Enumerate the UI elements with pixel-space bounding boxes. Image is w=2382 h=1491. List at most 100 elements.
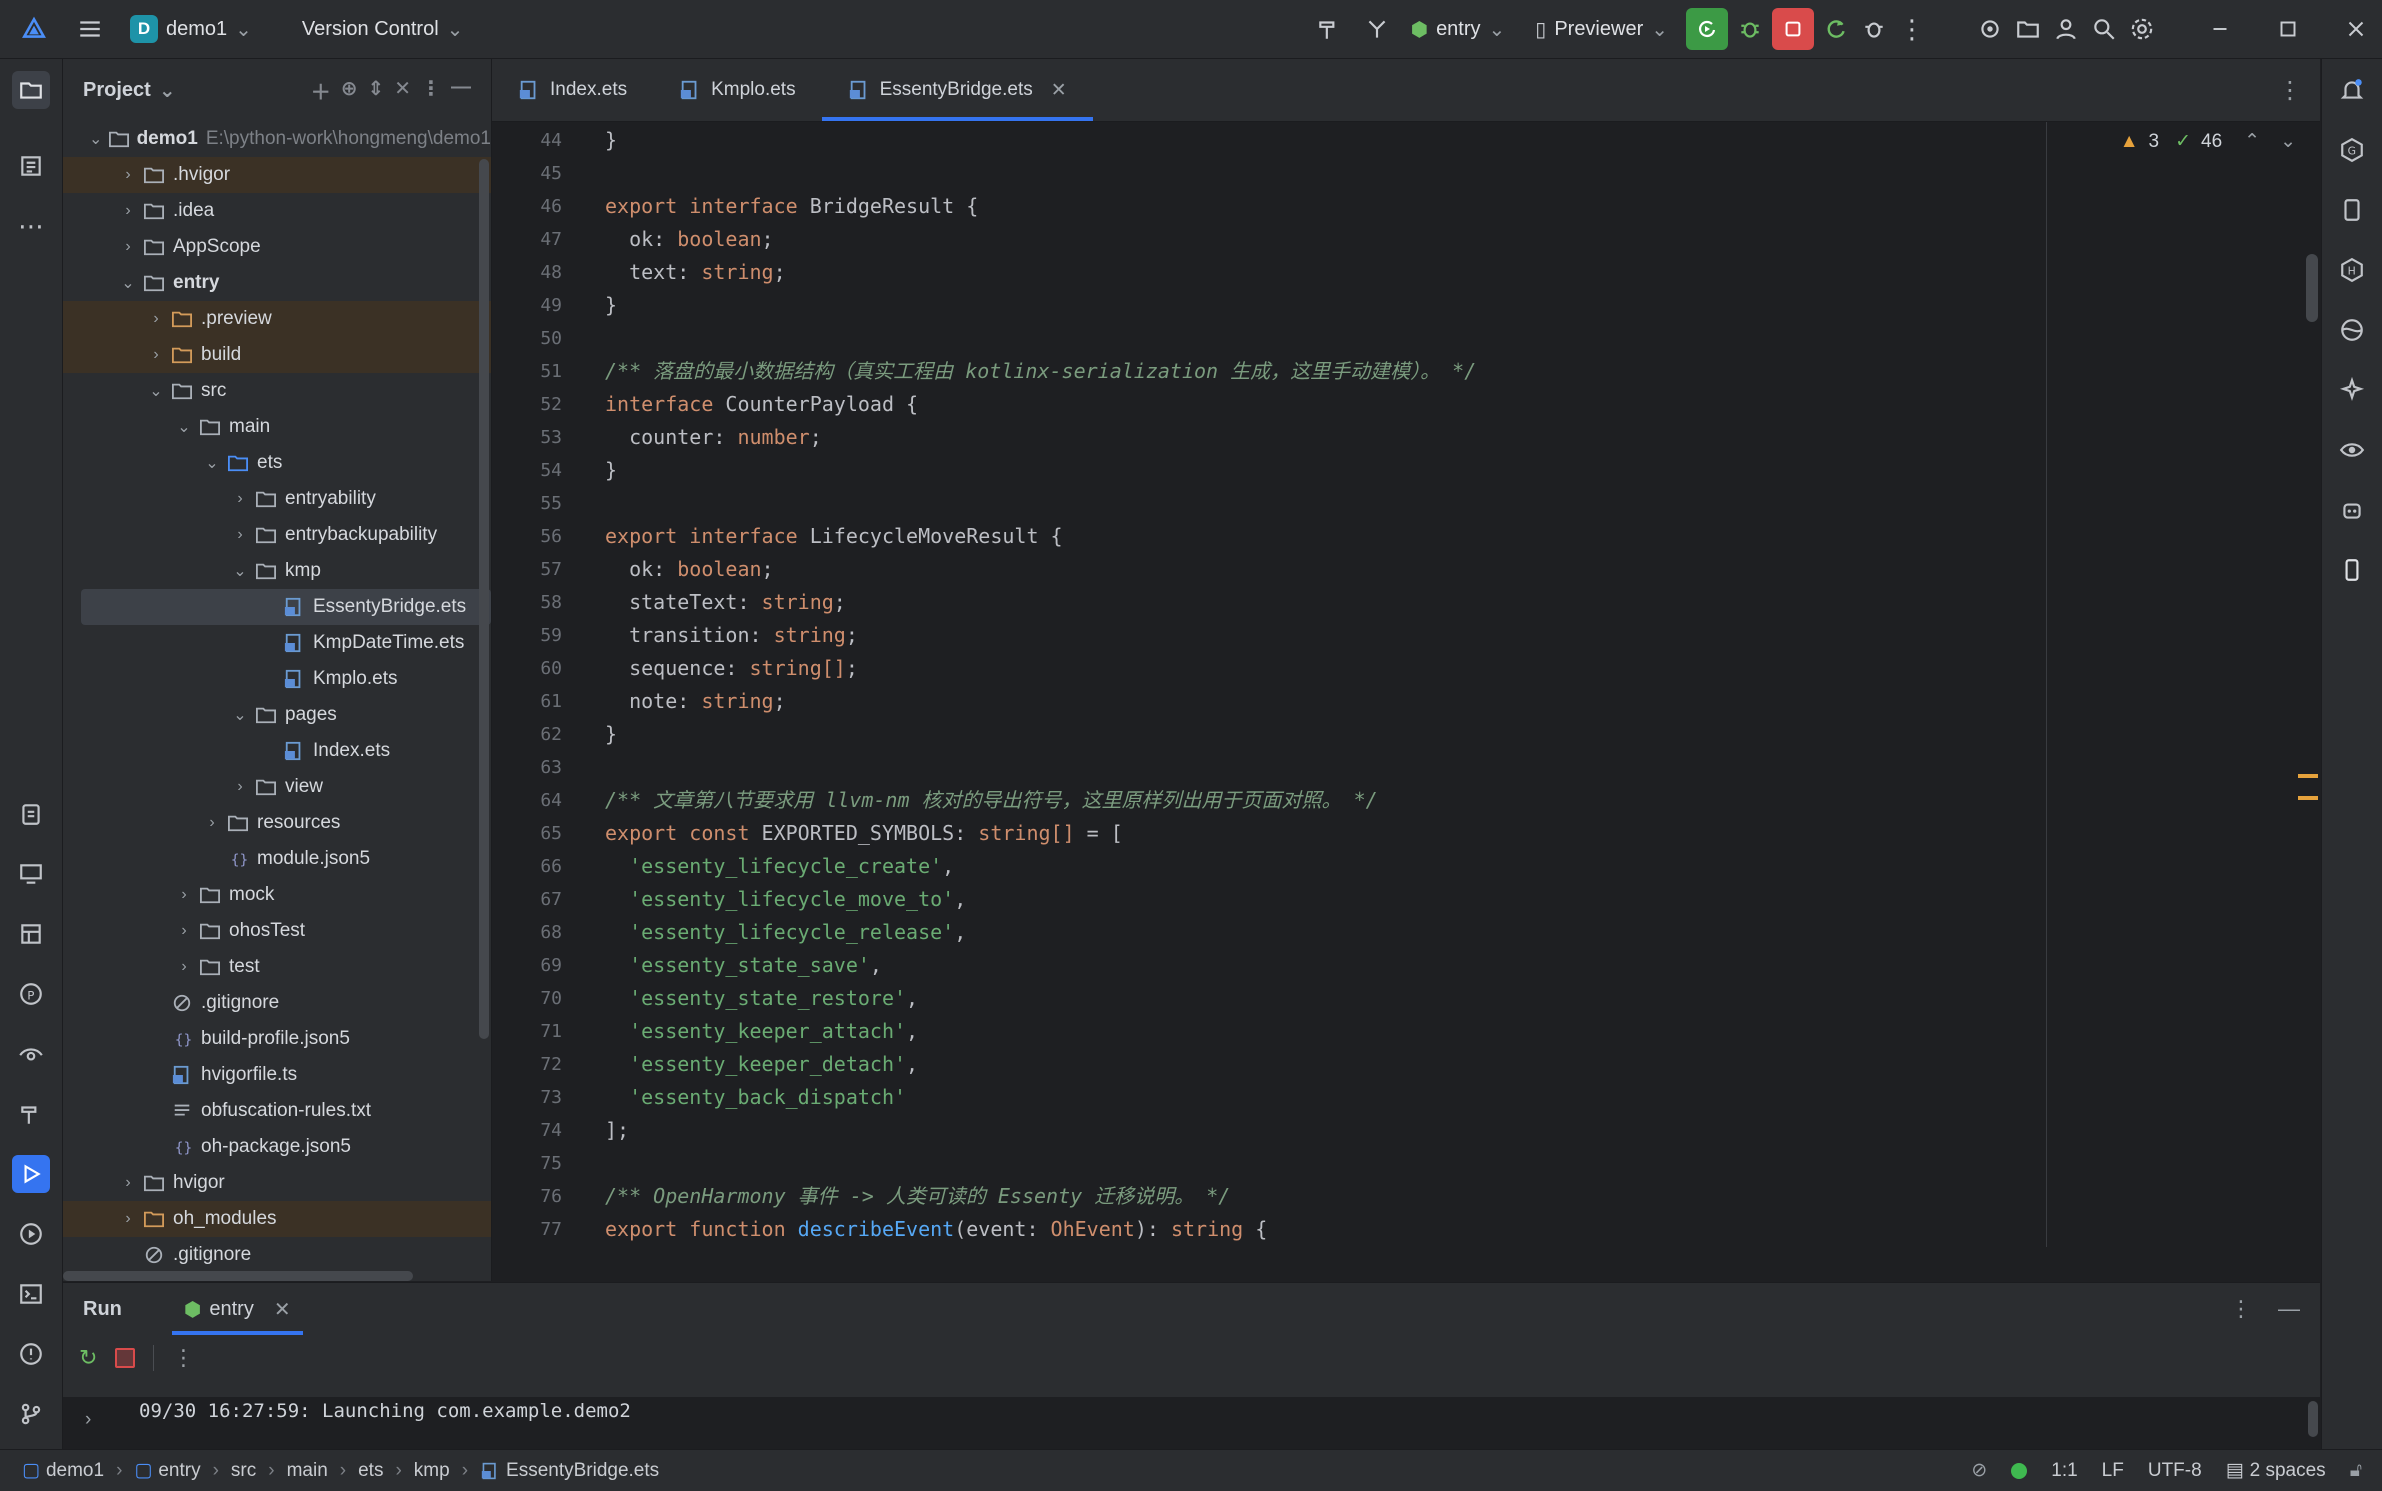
more-vertical-icon[interactable]: ⋮ [1896,13,1928,45]
breadcrumb-item[interactable]: ets [352,1460,389,1482]
tree-item[interactable]: ⌄ main [63,409,491,445]
minimize-window-icon[interactable] [2204,13,2236,45]
robot-button[interactable] [2333,491,2371,529]
code-line[interactable]: ok: boolean; [605,553,774,586]
tree-item[interactable]: obfuscation-rules.txt [63,1093,491,1129]
warning-marker[interactable] [2298,774,2318,778]
code-line[interactable]: text: string; [605,256,786,289]
debug-bug-icon[interactable] [1734,13,1766,45]
code-line[interactable]: note: string; [605,685,786,718]
close-icon[interactable]: ✕ [274,1297,291,1322]
tree-item[interactable]: KmpDateTime.ets [63,625,491,661]
code-editor[interactable]: 44 45 46 47 48 49 50 51 52 53 54 55 56 57 58 59 60 61 62 63… [492,122,2320,1247]
code-line[interactable]: /** 文章第八节要求用 llvm-nm 核对的导出符号，这里原样列出用于页面对… [605,784,1378,817]
project-selector[interactable]: D demo1 ⌄ [118,0,264,58]
chevron-down-icon[interactable]: ⌄ [147,381,165,401]
hide-panel-icon[interactable]: — [2278,1296,2300,1322]
git-tool-button[interactable] [12,1395,50,1433]
stop-icon[interactable] [115,1348,136,1368]
chevron-right-icon[interactable]: › [175,958,193,976]
editor-tab[interactable]: Kmplo.ets [653,59,821,121]
lock-icon[interactable]: 🔓︎ [2350,1460,2362,1482]
no-eye-icon[interactable]: ⊘ [1971,1459,1987,1482]
status-dot-icon[interactable] [2011,1462,2028,1479]
chevron-right-icon[interactable]: › [119,202,137,220]
harmony-h-button[interactable]: H [2333,251,2371,289]
chevron-right-icon[interactable]: › [119,166,137,184]
chevron-down-icon[interactable]: ⌄ [231,705,249,725]
tree-item[interactable]: › test [63,949,491,985]
terminal-tool-button[interactable] [12,1275,50,1313]
more-vertical-icon[interactable]: ⋮ [172,1345,194,1371]
chevron-down-icon[interactable]: ⌄ [231,561,249,581]
more-tools-button[interactable]: ⋯ [12,207,50,245]
tree-item[interactable]: › hvigor [63,1165,491,1201]
expand-all-icon[interactable]: ⇕ [367,76,384,105]
chevron-right-icon[interactable]: › [203,814,221,832]
tree-item[interactable]: ⌄ src [63,373,491,409]
more-vertical-icon[interactable]: ⋮ [2230,1296,2252,1322]
breadcrumb-item[interactable]: ▢ demo1 [16,1459,110,1482]
todo-tool-button[interactable] [12,795,50,833]
chevron-down-icon[interactable]: ⌄ [175,417,193,437]
code-line[interactable]: 'essenty_state_restore', [605,982,918,1015]
code-line[interactable]: /** 落盘的最小数据结构（真实工程由 kotlinx-serializatio… [605,355,1476,388]
more-vertical-icon[interactable]: ⋮ [421,76,441,105]
editor-tab[interactable]: Index.ets [492,59,653,121]
code-line[interactable]: 'essenty_lifecycle_create', [605,850,954,883]
project-panel-title[interactable]: Project [83,79,151,102]
tree-item[interactable]: › .hvigor [63,157,491,193]
tree-item[interactable]: › mock [63,877,491,913]
run-console[interactable]: › 09/30 16:27:59: Launching com.example.… [63,1397,2320,1450]
chevron-right-icon[interactable]: › [175,922,193,940]
tree-item[interactable]: ⌄ kmp [63,553,491,589]
tree-root[interactable]: ⌄ demo1 E:\python-work\hongmeng\demo1 [63,121,491,157]
services-tool-button[interactable] [12,1215,50,1253]
tree-vertical-scrollbar[interactable] [479,159,489,1039]
caret-position[interactable]: 1:1 [2051,1460,2077,1482]
code-line[interactable]: } [605,124,617,157]
code-line[interactable]: export interface LifecycleMoveResult { [605,520,1063,553]
hide-panel-icon[interactable]: — [451,76,471,105]
tree-item[interactable]: › entrybackupability [63,517,491,553]
run-tab-entry[interactable]: ⬢ entry ✕ [171,1283,303,1335]
code-line[interactable]: export const EXPORTED_SYMBOLS: string[] … [605,817,1123,850]
code-line[interactable]: 'essenty_lifecycle_release', [605,916,966,949]
file-encoding[interactable]: UTF-8 [2148,1460,2202,1482]
tree-item[interactable]: Kmplo.ets [63,661,491,697]
device-mirror-button[interactable] [2333,551,2371,589]
code-line[interactable]: 'essenty_lifecycle_move_to', [605,883,966,916]
main-menu-button[interactable] [62,0,118,58]
chevron-right-icon[interactable]: › [175,886,193,904]
tree-item[interactable]: Index.ets [63,733,491,769]
warning-marker[interactable] [2298,796,2318,800]
close-tab-icon[interactable]: ✕ [1051,79,1067,102]
globe-button[interactable] [2333,311,2371,349]
codegenie-button[interactable]: G [2333,131,2371,169]
tree-item[interactable]: ⌄ entry [63,265,491,301]
previewer-button[interactable] [2333,191,2371,229]
code-line[interactable]: /** OpenHarmony 事件 -> 人类可读的 Essenty 迁移说明… [605,1180,1230,1213]
editor-scrollbar-thumb[interactable] [2306,254,2318,322]
chevron-right-icon[interactable]: › [147,310,165,328]
chevron-right-icon[interactable]: › [119,238,137,256]
tree-item[interactable]: {} module.json5 [63,841,491,877]
breadcrumb-item[interactable]: main [281,1460,334,1482]
code-line[interactable]: ok: boolean; [605,223,774,256]
code-line[interactable]: 'essenty_keeper_detach', [605,1048,918,1081]
build-hammer-icon[interactable] [1313,13,1345,45]
code-line[interactable]: export interface BridgeResult { [605,190,978,223]
run-tool-button[interactable] [12,1155,50,1193]
tree-item[interactable]: › resources [63,805,491,841]
eye-button[interactable] [2333,431,2371,469]
code-line[interactable]: interface CounterPayload { [605,388,918,421]
tree-item[interactable]: {} build-profile.json5 [63,1021,491,1057]
device-selector[interactable]: ▯ Previewer ⌄ [1523,0,1680,58]
chevron-down-icon[interactable]: ⌄ [2280,130,2296,153]
tree-item[interactable]: ⌄ ets [63,445,491,481]
run-config-selector[interactable]: ⬢ entry ⌄ [1399,0,1518,58]
chevron-up-icon[interactable]: ⌃ [2244,130,2260,153]
tree-item[interactable]: {} oh-package.json5 [63,1129,491,1165]
device-manager-button[interactable] [12,855,50,893]
tree-item[interactable]: › .preview [63,301,491,337]
